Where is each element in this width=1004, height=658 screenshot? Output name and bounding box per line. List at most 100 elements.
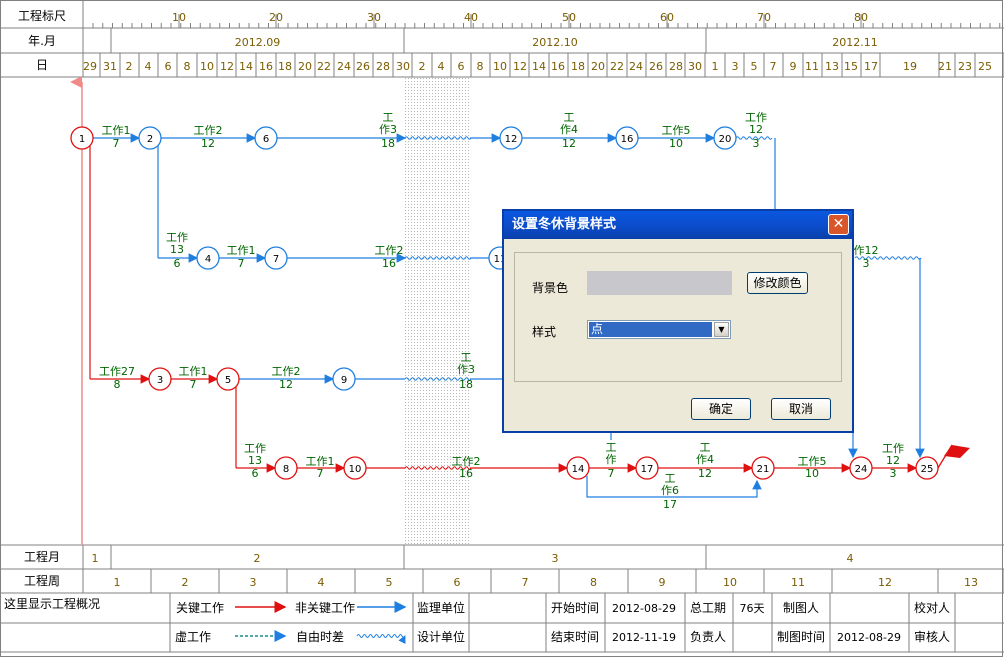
work-name: 工作2: [272, 365, 301, 378]
work-duration: 3: [890, 467, 897, 480]
month-label: 2012.10: [532, 36, 578, 49]
finish-flag-icon: [944, 445, 970, 458]
supervision-label: 监理单位: [417, 600, 465, 615]
work-name: 工作2: [375, 244, 404, 257]
node-number: 20: [719, 134, 732, 145]
work-duration: 16: [382, 257, 396, 270]
day-label: 26: [649, 60, 663, 73]
work-duration: 7: [608, 467, 615, 480]
reviewer-label: 审核人: [914, 629, 950, 644]
node-number: 9: [341, 375, 347, 386]
work-name: 工作1: [179, 365, 208, 378]
bg-color-label: 背景色: [532, 281, 569, 295]
day-label: 4: [438, 60, 445, 73]
day-label: 29: [83, 60, 97, 73]
day-label: 22: [610, 60, 624, 73]
day-label: 7: [770, 60, 777, 73]
work-name: 12: [749, 123, 763, 136]
work-name: 13: [170, 243, 184, 256]
drawtime-value: 2012-08-29: [837, 631, 901, 644]
day-label: 17: [864, 60, 878, 73]
day-label: 20: [298, 60, 312, 73]
day-label: 24: [629, 60, 643, 73]
footer-week-value: 1: [114, 576, 121, 589]
day-label: 14: [239, 60, 253, 73]
footer-week-value: 4: [318, 576, 325, 589]
footer-week-value: 2: [182, 576, 189, 589]
node-number: 8: [283, 464, 289, 475]
node-number: 12: [505, 134, 518, 145]
legend-noncritical-label: 非关键工作: [295, 601, 355, 615]
day-label: 30: [396, 60, 410, 73]
ok-button[interactable]: 确定: [691, 398, 751, 420]
day-label: 18: [278, 60, 292, 73]
legend-float-wave: [356, 634, 406, 645]
footer-month-label: 工程月: [24, 549, 60, 564]
footer-week-label: 工程周: [24, 573, 60, 588]
day-row-label: 日: [36, 58, 48, 72]
node-number: 14: [572, 464, 585, 475]
day-label: 6: [165, 60, 172, 73]
legend-critical-label: 关键工作: [176, 601, 224, 615]
chevron-down-icon[interactable]: ▼: [714, 322, 729, 337]
work-duration: 3: [753, 137, 760, 150]
bg-color-swatch: [587, 271, 732, 295]
work-name: 作12: [854, 244, 879, 257]
work-duration: 12: [201, 137, 215, 150]
node-number: 3: [157, 375, 163, 386]
checker-label: 校对人: [914, 600, 950, 615]
legend-float-label: 自由时差: [296, 630, 344, 644]
cancel-button[interactable]: 取消: [771, 398, 831, 420]
drawtime-label: 制图时间: [777, 630, 825, 644]
node-number: 6: [263, 134, 269, 145]
node-number: 24: [855, 464, 868, 475]
work-duration: 7: [113, 137, 120, 150]
overview-text: 这里显示工程概况: [4, 596, 100, 611]
day-label: 9: [790, 60, 797, 73]
footer-week-value: 12: [878, 576, 892, 589]
node-number: 21: [757, 464, 770, 475]
drawer-label: 制图人: [783, 601, 819, 615]
work-name: 作4: [560, 123, 578, 136]
day-label: 2: [419, 60, 426, 73]
work-duration: 7: [238, 257, 245, 270]
node-number: 10: [349, 464, 362, 475]
work-name: 工作1: [227, 244, 256, 257]
footer-week-value: 13: [964, 576, 978, 589]
footer-month-value: 3: [552, 552, 559, 565]
day-label: 13: [825, 60, 839, 73]
day-label: 22: [317, 60, 331, 73]
footer-week-value: 8: [590, 576, 597, 589]
dialog-title-bar[interactable]: 设置冬休背景样式 ✕: [504, 211, 852, 239]
style-label: 样式: [532, 325, 557, 339]
day-label: 2: [126, 60, 133, 73]
day-label: 4: [145, 60, 152, 73]
day-label: 20: [591, 60, 605, 73]
footer-week-value: 11: [791, 576, 805, 589]
work-duration: 17: [663, 498, 677, 511]
day-label: 16: [551, 60, 565, 73]
end-label: 结束时间: [551, 630, 599, 644]
change-color-button[interactable]: 修改颜色: [747, 272, 808, 294]
day-label: 18: [571, 60, 585, 73]
work-duration: 8: [114, 378, 121, 391]
day-label: 1: [712, 60, 719, 73]
close-icon[interactable]: ✕: [828, 214, 849, 235]
day-label: 26: [356, 60, 370, 73]
day-label: 16: [259, 60, 273, 73]
footer-week-value: 3: [250, 576, 257, 589]
work-duration: 12: [279, 378, 293, 391]
winter-background-dialog[interactable]: 设置冬休背景样式 ✕ 背景色 修改颜色 样式 点 ▼ 确定 取消: [502, 209, 854, 433]
work-name: 作4: [696, 453, 714, 466]
day-label: 21: [938, 60, 952, 73]
work-duration: 6: [174, 257, 181, 270]
day-label: 31: [103, 60, 117, 73]
work-duration: 6: [252, 467, 259, 480]
dialog-title: 设置冬休背景样式: [512, 217, 617, 232]
day-label: 8: [184, 60, 191, 73]
style-select[interactable]: 点 ▼: [587, 320, 731, 339]
start-value: 2012-08-29: [612, 602, 676, 615]
node-number: 25: [921, 464, 934, 475]
node-number: 1: [79, 134, 85, 145]
footer-week-value: 7: [522, 576, 529, 589]
